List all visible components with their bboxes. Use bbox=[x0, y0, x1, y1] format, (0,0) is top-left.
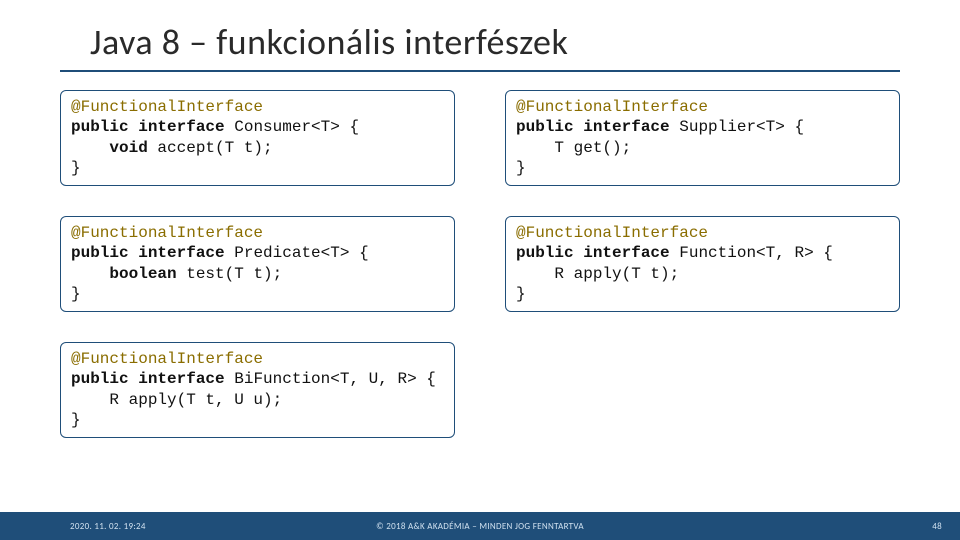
code-bifunction: @FunctionalInterface public interface Bi… bbox=[60, 342, 455, 438]
code-grid: @FunctionalInterface public interface Co… bbox=[60, 90, 900, 438]
code-function: @FunctionalInterface public interface Fu… bbox=[505, 216, 900, 312]
slide: Java 8 – funkcionális interfészek @Funct… bbox=[0, 0, 960, 540]
footer-page-number: 48 bbox=[932, 521, 942, 532]
code-predicate: @FunctionalInterface public interface Pr… bbox=[60, 216, 455, 312]
footer-bar: 2020. 11. 02. 19:24 © 2018 A&K AKADÉMIA … bbox=[0, 512, 960, 540]
code-supplier: @FunctionalInterface public interface Su… bbox=[505, 90, 900, 186]
title-rule bbox=[60, 70, 900, 72]
code-consumer: @FunctionalInterface public interface Co… bbox=[60, 90, 455, 186]
footer-copyright: © 2018 A&K AKADÉMIA – MINDEN JOG FENNTAR… bbox=[0, 521, 960, 532]
page-title: Java 8 – funkcionális interfészek bbox=[90, 20, 900, 64]
